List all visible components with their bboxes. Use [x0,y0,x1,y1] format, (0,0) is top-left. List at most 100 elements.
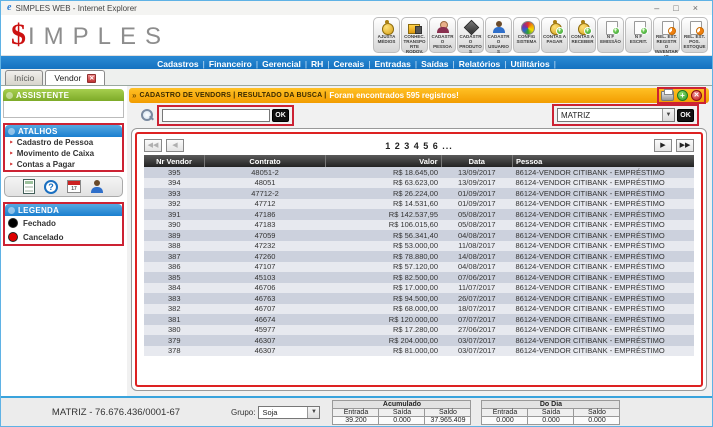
minimize-button[interactable]: – [654,3,659,13]
table-row[interactable]: 38747260R$ 78.880,0014/08/201786124-VEND… [144,251,694,262]
menu-item[interactable]: RH [309,59,325,69]
sidebar-shortcut[interactable]: ‣Cadastro de Pessoa [5,137,122,148]
column-header[interactable]: Pessoa [513,155,695,167]
table-row[interactable]: 38446706R$ 17.000,0011/07/201786124-VEND… [144,283,694,294]
column-header[interactable]: Nr Vendor [144,155,205,167]
column-header[interactable]: Data [441,155,513,167]
table-row[interactable]: 38045977R$ 17.280,0027/06/201786124-VEND… [144,325,694,336]
toolbar-button[interactable]: AJUSTA MÉDIOS [373,17,400,53]
table-cell: R$ 18.645,00 [326,167,442,178]
table-row[interactable]: 37846307R$ 81.000,0003/07/201786124-VEND… [144,346,694,357]
table-cell: 86124-VENDOR CITIBANK - EMPRÉSTIMO [513,167,695,178]
table-cell: R$ 106.015,60 [326,220,442,231]
sidebar-shortcut[interactable]: ‣Movimento de Caixa [5,148,122,159]
column-header[interactable]: Valor [326,155,442,167]
table-cell: 03/07/2017 [441,346,513,357]
toolbar-button[interactable]: REL. EST. REGISTRO INVENTARIO [653,17,680,53]
toolbar-button[interactable]: CONFIG SISTEMA [513,17,540,53]
table-row[interactable]: 39247712R$ 14.531,6001/09/201786124-VEND… [144,199,694,210]
table-row[interactable]: 38947059R$ 56.341,4004/08/201786124-VEND… [144,230,694,241]
toolbar-button-label: N F ESCRIT. [626,35,651,45]
menu-item[interactable]: Cereais [332,59,367,69]
table-row[interactable]: 38647107R$ 57.120,0004/08/201786124-VEND… [144,262,694,273]
search-icon [141,109,153,121]
calendar-icon[interactable] [67,180,81,193]
footer-col-header: Saída [379,408,425,416]
menu-item[interactable]: Saídas [419,59,450,69]
legenda-header[interactable]: LEGENDA [5,204,122,216]
tab-close-icon[interactable]: ✕ [87,74,96,83]
menu-item[interactable]: Utilitários [509,59,552,69]
toolbar-button-label: CONHEC. TRANSPORTE RODOV. [402,35,427,55]
toolbar-button[interactable]: CADASTRO USUARIOS [485,17,512,53]
search-input[interactable] [162,109,270,122]
pie-badge-icon [696,27,704,35]
table-row[interactable]: 38847232R$ 53.000,0011/08/201786124-VEND… [144,241,694,252]
table-row[interactable]: 39147186R$ 142.537,9505/08/201786124-VEN… [144,209,694,220]
toolbar-button[interactable]: +CONTAS A PAGAR [541,17,568,53]
toolbar-button[interactable]: +CONTAS A RECEBER [569,17,596,53]
table-row[interactable]: 39448051R$ 63.623,0013/09/201786124-VEND… [144,178,694,189]
atalhos-list: ‣Cadastro de Pessoa‣Movimento de Caixa‣C… [5,137,122,170]
table-cell: 05/08/2017 [441,220,513,231]
toolbar-button[interactable]: REL. EST. POS. ESTOQUE [681,17,708,53]
page-prev-button[interactable]: ◀ [166,139,184,152]
table-cell: 86124-VENDOR CITIBANK - EMPRÉSTIMO [513,199,695,210]
toolbar-button[interactable]: +N F ESCRIT. [625,17,652,53]
legend-dot-icon [8,232,18,242]
table-row[interactable]: 39047183R$ 106.015,6005/08/201786124-VEN… [144,220,694,231]
menu-item[interactable]: Cadastros [155,59,201,69]
footer-table-title-row: Do Dia [482,400,620,408]
table-row[interactable]: 38246707R$ 68.000,0018/07/201786124-VEND… [144,304,694,315]
table-cell: 18/07/2017 [441,304,513,315]
money-bag-plus-icon: + [575,20,591,34]
footer-col-header: Saída [528,408,574,416]
close-search-icon[interactable]: ✕ [691,90,702,101]
user-icon[interactable] [90,179,104,194]
toolbar-button[interactable]: CONHEC. TRANSPORTE RODOV. [401,17,428,53]
add-record-icon[interactable]: + [677,90,688,101]
toolbar-button[interactable]: CADASTRO PESSOA [429,17,456,53]
page-last-button[interactable]: ▶▶ [676,139,694,152]
calculator-icon[interactable] [23,179,35,194]
close-button[interactable]: × [693,3,698,13]
menu-item[interactable]: Financeiro [207,59,254,69]
menu-item[interactable]: Gerencial [260,59,303,69]
menu-bar: Cadastros|Financeiro|Gerencial|RH|Cereai… [1,56,712,69]
table-row[interactable]: 38346763R$ 94.500,0026/07/201786124-VEND… [144,293,694,304]
footer-table-do-dia: Do DiaEntradaSaídaSaldo0.0000.0000.000 [481,400,620,425]
assistente-header[interactable]: ASSISTENTE [3,89,124,101]
tab-vendor[interactable]: Vendor ✕ [45,70,105,85]
help-icon[interactable]: ? [44,180,58,194]
tab-inicio[interactable]: Início [5,70,43,85]
table-row[interactable]: 38146674R$ 120.000,0007/07/201786124-VEN… [144,314,694,325]
table-row[interactable]: 39548051-2R$ 18.645,0013/09/201786124-VE… [144,167,694,178]
app-window: e SIMPLES WEB - Internet Explorer – □ × … [0,0,713,427]
footer-table-title-row: Acumulado [333,400,471,408]
menu-item[interactable]: Relatórios [457,59,503,69]
table-row[interactable]: 39347712-2R$ 26.224,0001/09/201786124-VE… [144,188,694,199]
table-cell: 86124-VENDOR CITIBANK - EMPRÉSTIMO [513,262,695,273]
header-actions-highlight-box: + ✕ [657,87,706,104]
page-next-button[interactable]: ▶ [654,139,672,152]
branch-ok-button[interactable]: OK [677,109,694,122]
maximize-button[interactable]: □ [673,3,678,13]
atalhos-header[interactable]: ATALHOS [5,125,122,137]
toolbar: AJUSTA MÉDIOSCONHEC. TRANSPORTE RODOV.CA… [373,17,708,53]
column-header[interactable]: Contrato [205,155,326,167]
menu-item[interactable]: Entradas [372,59,412,69]
sidebar-shortcut[interactable]: ‣Contas a Pagar [5,159,122,170]
page-numbers[interactable]: 1 2 3 4 5 6 ... [184,141,654,151]
table-cell: R$ 17.280,00 [326,325,442,336]
page-first-button[interactable]: ◀◀ [144,139,162,152]
grupo-select[interactable]: Soja ▼ [258,406,320,419]
toolbar-button[interactable]: +N F EMISSÃO [597,17,624,53]
table-row[interactable]: 38545103R$ 82.500,0007/06/201786124-VEND… [144,272,694,283]
table-row[interactable]: 37946307R$ 204.000,0003/07/201786124-VEN… [144,335,694,346]
table-cell: 86124-VENDOR CITIBANK - EMPRÉSTIMO [513,272,695,283]
branch-select[interactable]: MATRIZ ▼ [557,108,675,122]
print-icon[interactable] [661,91,674,101]
search-ok-button[interactable]: OK [272,109,289,122]
money-bag-plus-icon: + [547,20,563,34]
toolbar-button[interactable]: CADASTRO PRODUTOS [457,17,484,53]
